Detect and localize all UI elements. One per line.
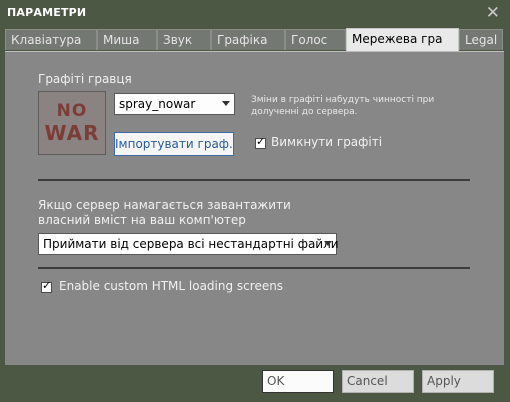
apply-button[interactable]: Apply [422,370,494,393]
tab-mouse[interactable]: Миша [97,29,157,50]
tab-graphics[interactable]: Графіка [211,29,285,50]
graffiti-select[interactable]: spray_nowar [114,93,235,115]
html-loading-label: Enable custom HTML loading screens [59,279,284,293]
multiplayer-panel: Графіті гравця NO WAR spray_nowar Імпорт… [5,51,504,365]
tab-multiplayer[interactable]: Мережева гра [346,28,459,51]
title-bar[interactable]: ПАРАМЕТРИ ✕ [0,0,510,28]
tab-bar: Клавіатура Миша Звук Графіка Голос Мереж… [5,28,505,51]
tab-legal[interactable]: Legal [459,29,503,50]
section-divider [38,267,470,269]
cancel-button[interactable]: Cancel [342,370,414,393]
html-loading-checkbox[interactable]: ✓ [41,279,52,293]
graffiti-preview-text-bottom: WAR [44,121,100,145]
server-content-select-value: Приймати від сервера всі нестандартні фа… [43,237,339,251]
tab-voice[interactable]: Голос [285,29,346,50]
tab-sound[interactable]: Звук [157,29,211,50]
disable-graffiti-label: Вимкнути графіті [271,135,383,149]
ok-button[interactable]: OK [262,370,334,393]
server-content-label: Якщо сервер намагається завантажити влас… [38,198,291,227]
close-icon[interactable]: ✕ [486,3,500,23]
disable-graffiti-checkbox[interactable]: ✓ [255,135,266,149]
graffiti-label: Графіті гравця [38,72,132,86]
graffiti-select-value: spray_nowar [119,97,196,111]
chevron-down-icon [324,241,332,246]
window-title: ПАРАМЕТРИ [7,6,87,19]
chevron-down-icon [222,101,230,106]
checkmark-icon: ✓ [256,135,266,148]
section-divider [38,179,470,181]
checkmark-icon: ✓ [42,279,52,292]
graffiti-note: Зміни в графіті набудуть чинності при до… [251,95,435,117]
tab-keyboard[interactable]: Клавіатура [5,29,97,50]
settings-window: ПАРАМЕТРИ ✕ Клавіатура Миша Звук Графіка… [0,0,510,402]
server-content-select[interactable]: Приймати від сервера всі нестандартні фа… [38,233,339,255]
graffiti-preview: NO WAR [38,91,106,155]
import-graffiti-button[interactable]: Імпортувати граф... [114,132,234,156]
graffiti-preview-text-top: NO [56,101,88,121]
